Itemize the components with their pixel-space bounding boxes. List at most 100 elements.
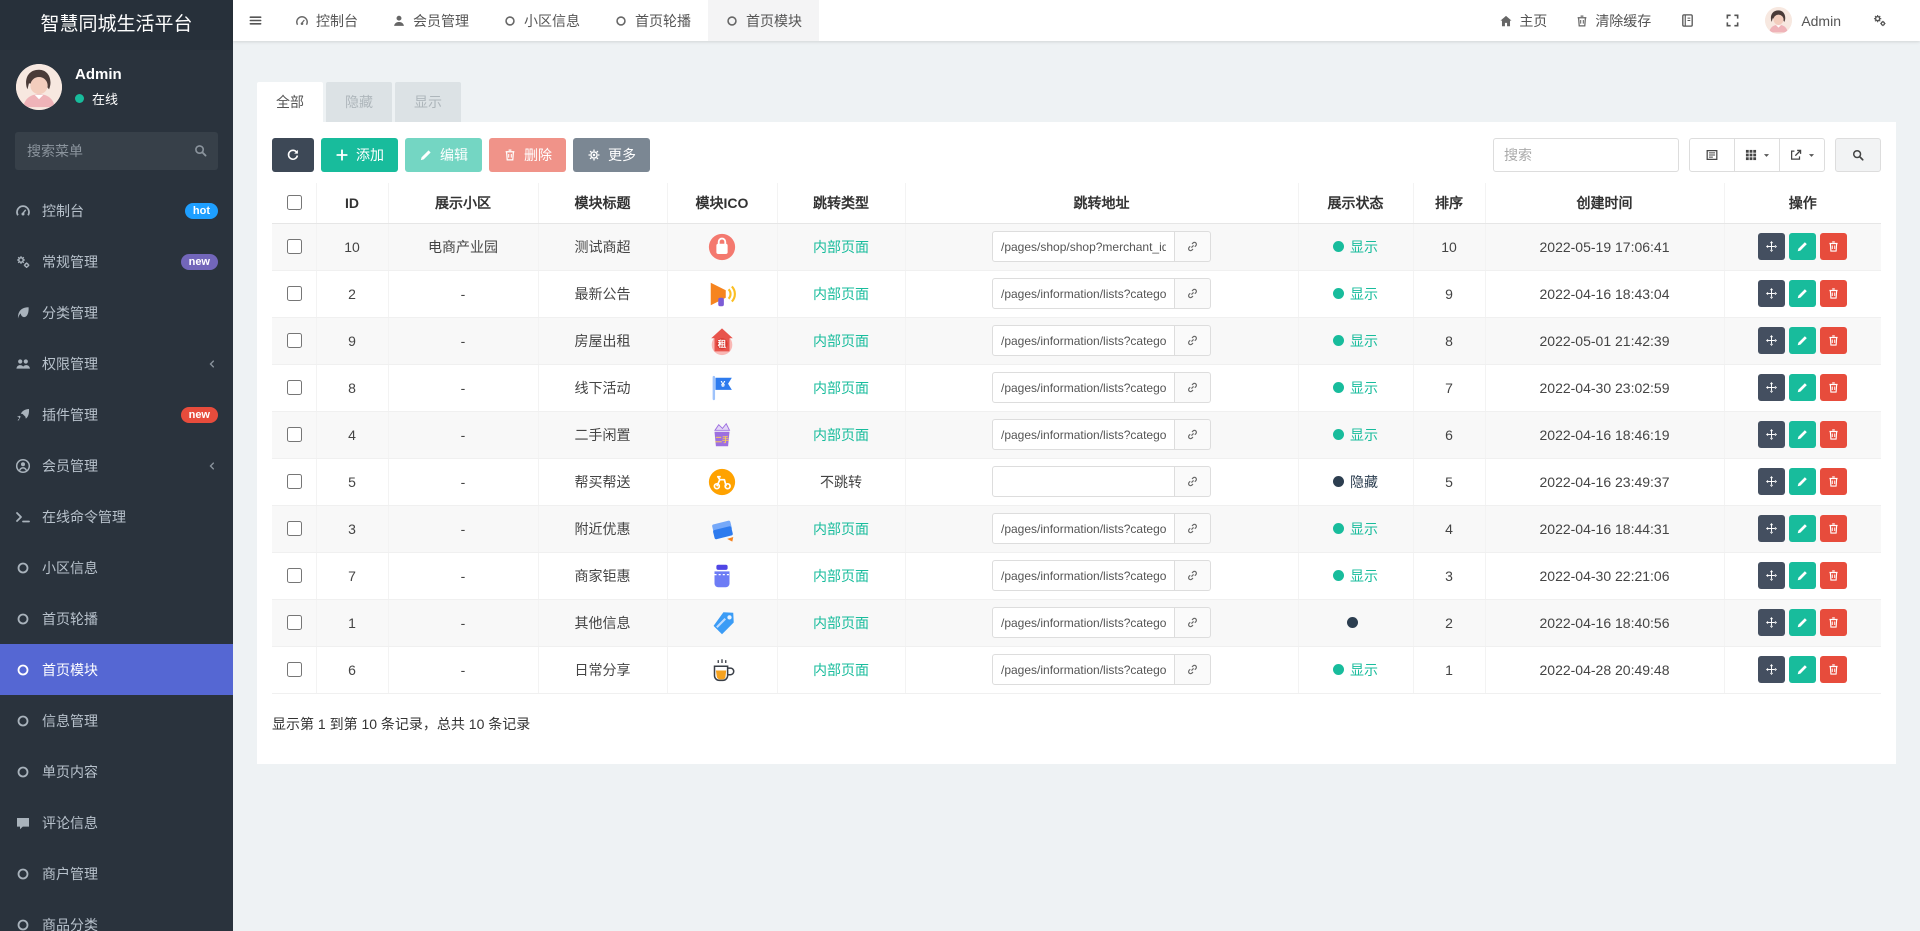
status-badge[interactable]: 显示 (1333, 660, 1378, 680)
dragsort-button[interactable] (1758, 421, 1786, 448)
status-badge[interactable] (1347, 616, 1364, 628)
sidebar-item[interactable]: 权限管理 (0, 338, 233, 389)
sidebar-item[interactable]: 小区信息 (0, 542, 233, 593)
status-badge[interactable]: 显示 (1333, 425, 1378, 445)
row-checkbox[interactable] (286, 474, 302, 489)
sidebar-item[interactable]: 商品分类 (0, 899, 233, 931)
filter-tab[interactable]: 全部 (257, 82, 323, 122)
jump-url-input[interactable] (992, 372, 1175, 403)
sidebar-item[interactable]: 首页模块 (0, 644, 233, 695)
row-checkbox[interactable] (286, 662, 302, 677)
clear-cache-link[interactable]: 清除缓存 (1561, 0, 1665, 41)
jump-url-input[interactable] (992, 278, 1175, 309)
row-edit-button[interactable] (1789, 609, 1817, 636)
link-button[interactable] (1175, 372, 1211, 403)
status-badge[interactable]: 显示 (1333, 284, 1378, 304)
link-button[interactable] (1175, 654, 1211, 685)
log-button[interactable] (1665, 13, 1710, 28)
row-checkbox[interactable] (286, 286, 302, 301)
sidebar-item[interactable]: 信息管理 (0, 695, 233, 746)
settings-button[interactable] (1857, 13, 1902, 28)
status-badge[interactable]: 隐藏 (1333, 472, 1378, 492)
link-button[interactable] (1175, 419, 1211, 450)
jump-url-input[interactable] (992, 231, 1175, 262)
row-delete-button[interactable] (1820, 562, 1848, 589)
filter-tab[interactable]: 显示 (395, 82, 461, 122)
table-search-input[interactable] (1493, 138, 1679, 172)
dragsort-button[interactable] (1758, 233, 1786, 260)
row-checkbox[interactable] (286, 380, 302, 395)
fullscreen-button[interactable] (1710, 13, 1755, 28)
link-button[interactable] (1175, 278, 1211, 309)
search-button[interactable] (1835, 138, 1881, 172)
select-all-checkbox[interactable] (286, 195, 302, 211)
row-delete-button[interactable] (1820, 609, 1848, 636)
sidebar-item[interactable]: 单页内容 (0, 746, 233, 797)
export-button[interactable] (1779, 138, 1825, 172)
dragsort-button[interactable] (1758, 374, 1786, 401)
dragsort-button[interactable] (1758, 327, 1786, 354)
sidebar-item[interactable]: 评论信息 (0, 797, 233, 848)
row-edit-button[interactable] (1789, 656, 1817, 683)
detail-view-button[interactable] (1689, 138, 1735, 172)
row-delete-button[interactable] (1820, 515, 1848, 542)
link-button[interactable] (1175, 466, 1211, 497)
add-button[interactable]: 添加 (321, 138, 398, 172)
link-button[interactable] (1175, 607, 1211, 638)
sidebar-item[interactable]: 插件管理 new (0, 389, 233, 440)
user-avatar[interactable] (16, 64, 62, 110)
topnav-tab[interactable]: 小区信息 (486, 0, 597, 41)
row-delete-button[interactable] (1820, 327, 1848, 354)
home-link[interactable]: 主页 (1485, 0, 1561, 41)
row-checkbox[interactable] (286, 615, 302, 630)
status-badge[interactable]: 显示 (1333, 566, 1378, 586)
status-badge[interactable]: 显示 (1333, 378, 1378, 398)
navbar-username[interactable]: Admin (1801, 13, 1841, 29)
row-edit-button[interactable] (1789, 562, 1817, 589)
topnav-tab[interactable]: 会员管理 (375, 0, 486, 41)
dragsort-button[interactable] (1758, 562, 1786, 589)
row-edit-button[interactable] (1789, 327, 1817, 354)
link-button[interactable] (1175, 513, 1211, 544)
edit-button[interactable]: 编辑 (405, 138, 482, 172)
delete-button[interactable]: 删除 (489, 138, 566, 172)
topnav-tab[interactable]: 控制台 (278, 0, 375, 41)
row-edit-button[interactable] (1789, 515, 1817, 542)
dragsort-button[interactable] (1758, 609, 1786, 636)
more-button[interactable]: 更多 (573, 138, 650, 172)
row-checkbox[interactable] (286, 521, 302, 536)
status-badge[interactable]: 显示 (1333, 237, 1378, 257)
sidebar-item[interactable]: 商户管理 (0, 848, 233, 899)
sidebar-item[interactable]: 控制台 hot (0, 185, 233, 236)
row-edit-button[interactable] (1789, 421, 1817, 448)
link-button[interactable] (1175, 231, 1211, 262)
link-button[interactable] (1175, 325, 1211, 356)
row-edit-button[interactable] (1789, 468, 1817, 495)
columns-button[interactable] (1734, 138, 1780, 172)
row-checkbox[interactable] (286, 239, 302, 254)
refresh-button[interactable] (272, 138, 314, 172)
status-badge[interactable]: 显示 (1333, 519, 1378, 539)
dragsort-button[interactable] (1758, 468, 1786, 495)
sidebar-item[interactable]: 会员管理 (0, 440, 233, 491)
topnav-tab[interactable]: 首页轮播 (597, 0, 708, 41)
link-button[interactable] (1175, 560, 1211, 591)
row-delete-button[interactable] (1820, 280, 1848, 307)
row-delete-button[interactable] (1820, 421, 1848, 448)
jump-url-input[interactable] (992, 466, 1175, 497)
jump-url-input[interactable] (992, 654, 1175, 685)
row-delete-button[interactable] (1820, 374, 1848, 401)
dragsort-button[interactable] (1758, 515, 1786, 542)
dragsort-button[interactable] (1758, 280, 1786, 307)
jump-url-input[interactable] (992, 607, 1175, 638)
menu-search-input[interactable] (15, 132, 218, 170)
row-checkbox[interactable] (286, 427, 302, 442)
status-badge[interactable]: 显示 (1333, 331, 1378, 351)
row-edit-button[interactable] (1789, 280, 1817, 307)
sidebar-toggle-button[interactable] (233, 0, 278, 41)
jump-url-input[interactable] (992, 513, 1175, 544)
sidebar-item[interactable]: 分类管理 (0, 287, 233, 338)
topnav-tab[interactable]: 首页模块 (708, 0, 819, 41)
filter-tab[interactable]: 隐藏 (326, 82, 392, 122)
jump-url-input[interactable] (992, 560, 1175, 591)
